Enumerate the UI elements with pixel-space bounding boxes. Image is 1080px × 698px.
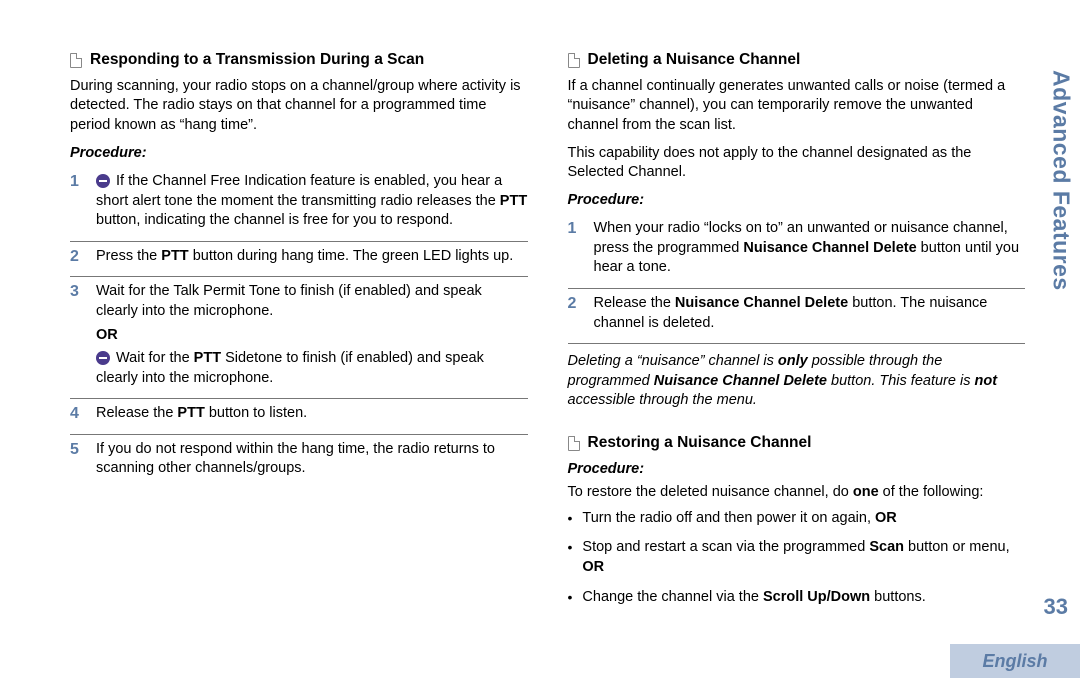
- one-label: one: [853, 484, 879, 500]
- page-number: 33: [1044, 592, 1068, 622]
- step-text: If the Channel Free Indication feature i…: [96, 173, 502, 209]
- note-not: not: [974, 373, 997, 389]
- step-number: 1: [568, 219, 584, 282]
- step-5: 5 If you do not respond within the hang …: [70, 435, 528, 489]
- restore-intro: To restore the deleted nuisance channel,…: [568, 483, 1026, 503]
- step-body: If the Channel Free Indication feature i…: [96, 172, 528, 235]
- side-tab: Advanced Features: [1042, 70, 1080, 370]
- ncd-label: Nuisance Channel Delete: [675, 295, 848, 311]
- step-number: 4: [70, 404, 86, 428]
- step-number: 2: [568, 294, 584, 337]
- step-text: Wait for the Talk Permit Tone to finish …: [96, 282, 528, 321]
- list-item: Change the channel via the Scroll Up/Dow…: [568, 588, 1026, 608]
- step-text: button during hang time. The green LED l…: [189, 248, 514, 264]
- step-text: If you do not respond within the hang ti…: [96, 440, 528, 479]
- note-text: button. This feature is: [827, 373, 975, 389]
- ptt-label: PTT: [177, 405, 204, 421]
- document-icon: [568, 53, 580, 68]
- scroll-label: Scroll Up/Down: [763, 589, 870, 605]
- note-text: accessible through the menu.: [568, 392, 757, 408]
- bullet-text: button or menu,: [904, 539, 1010, 555]
- restore-bullets: Turn the radio off and then power it on …: [568, 509, 1026, 607]
- section-heading-responding: Responding to a Transmission During a Sc…: [70, 50, 528, 71]
- stop-icon: [96, 351, 110, 365]
- paragraph: This capability does not apply to the ch…: [568, 144, 1026, 183]
- heading-text: Responding to a Transmission During a Sc…: [90, 50, 424, 71]
- procedure-label: Procedure:: [568, 191, 1026, 211]
- ptt-label: PTT: [161, 248, 188, 264]
- step-text: Release the: [594, 295, 675, 311]
- step-body: Press the PTT button during hang time. T…: [96, 247, 528, 271]
- right-column: Deleting a Nuisance Channel If a channel…: [568, 50, 1041, 617]
- ncd-label: Nuisance Channel Delete: [743, 240, 916, 256]
- language-label: English: [982, 649, 1047, 673]
- step-body: When your radio “locks on to” an unwante…: [594, 219, 1026, 282]
- step-body: Release the PTT button to listen.: [96, 404, 528, 428]
- ncd-label: Nuisance Channel Delete: [654, 373, 827, 389]
- list-item: Stop and restart a scan via the programm…: [568, 538, 1026, 577]
- step-4: 4 Release the PTT button to listen.: [70, 399, 528, 435]
- step-1: 1 When your radio “locks on to” an unwan…: [568, 214, 1026, 289]
- text: To restore the deleted nuisance channel,…: [568, 484, 853, 500]
- note-paragraph: Deleting a “nuisance” channel is only po…: [568, 352, 1026, 411]
- list-item: Turn the radio off and then power it on …: [568, 509, 1026, 529]
- bullet-text: Stop and restart a scan via the programm…: [582, 539, 869, 555]
- step-body: If you do not respond within the hang ti…: [96, 440, 528, 483]
- left-column: Responding to a Transmission During a Sc…: [70, 50, 528, 617]
- step-text: Wait for the: [116, 350, 194, 366]
- bullet-text: Change the channel via the: [582, 589, 763, 605]
- or-label: OR: [582, 559, 604, 575]
- step-body: Wait for the Talk Permit Tone to finish …: [96, 282, 528, 392]
- step-number: 1: [70, 172, 86, 235]
- step-2: 2 Press the PTT button during hang time.…: [70, 242, 528, 278]
- ptt-label: PTT: [194, 350, 221, 366]
- step-text: button, indicating the channel is free f…: [96, 212, 453, 228]
- step-1: 1 If the Channel Free Indication feature…: [70, 167, 528, 242]
- side-tab-text: Advanced Features: [1045, 70, 1076, 291]
- scan-label: Scan: [869, 539, 904, 555]
- procedure-label: Procedure:: [568, 460, 1026, 480]
- note-text: Deleting a “nuisance” channel is: [568, 353, 778, 369]
- bullet-text: buttons.: [870, 589, 926, 605]
- heading-text: Restoring a Nuisance Channel: [588, 433, 812, 454]
- intro-paragraph: During scanning, your radio stops on a c…: [70, 77, 528, 136]
- paragraph: If a channel continually generates unwan…: [568, 77, 1026, 136]
- step-text: Release the: [96, 405, 177, 421]
- language-tab: English: [950, 644, 1080, 678]
- text: of the following:: [879, 484, 984, 500]
- or-label: OR: [875, 510, 897, 526]
- step-number: 3: [70, 282, 86, 392]
- note-only: only: [778, 353, 808, 369]
- step-text: Press the: [96, 248, 161, 264]
- ptt-label: PTT: [500, 193, 527, 209]
- step-number: 5: [70, 440, 86, 483]
- or-label: OR: [96, 326, 528, 346]
- section-heading-deleting: Deleting a Nuisance Channel: [568, 50, 1026, 71]
- bullet-text: Turn the radio off and then power it on …: [582, 510, 875, 526]
- document-icon: [568, 436, 580, 451]
- step-2: 2 Release the Nuisance Channel Delete bu…: [568, 289, 1026, 344]
- section-heading-restoring: Restoring a Nuisance Channel: [568, 433, 1026, 454]
- step-text: button to listen.: [205, 405, 307, 421]
- stop-icon: [96, 174, 110, 188]
- document-icon: [70, 53, 82, 68]
- procedure-label: Procedure:: [70, 144, 528, 164]
- heading-text: Deleting a Nuisance Channel: [588, 50, 801, 71]
- step-body: Release the Nuisance Channel Delete butt…: [594, 294, 1026, 337]
- step-number: 2: [70, 247, 86, 271]
- step-3: 3 Wait for the Talk Permit Tone to finis…: [70, 277, 528, 399]
